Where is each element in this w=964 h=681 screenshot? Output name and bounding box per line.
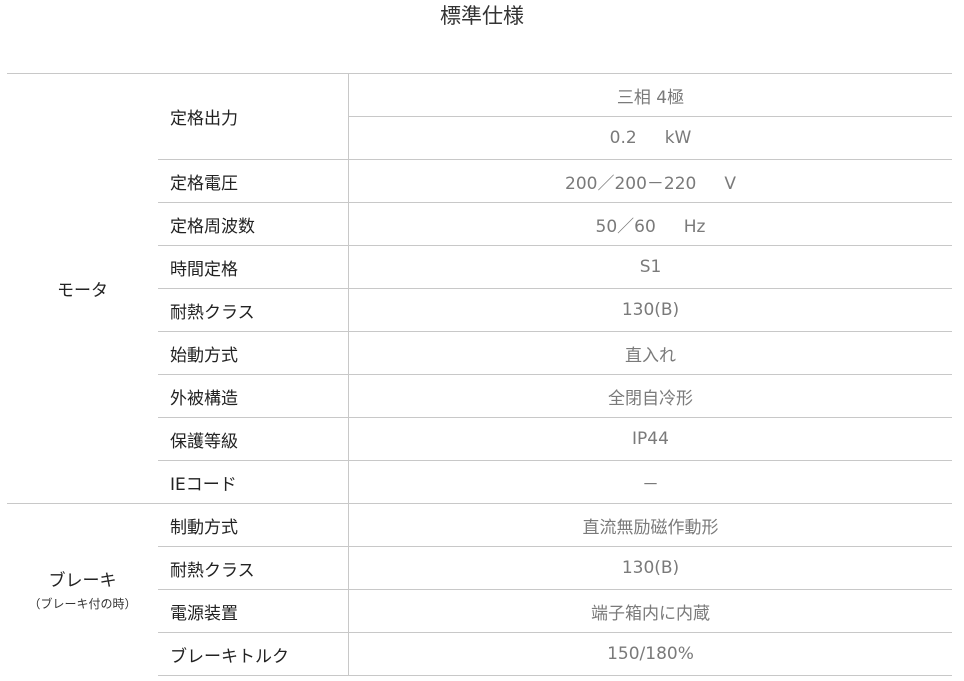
row-label: 電源装置 (158, 589, 349, 633)
group-label-brake: ブレーキ （ブレーキ付の時） (7, 503, 158, 676)
row-value: 端子箱内に内蔵 (348, 589, 952, 633)
group-subtitle: （ブレーキ付の時） (28, 597, 137, 612)
row-label: 始動方式 (158, 331, 349, 375)
table-row: モータ 定格出力 三相 4極 (7, 73, 952, 504)
row-value: 150/180% (348, 632, 952, 676)
group-title: ブレーキ (48, 571, 117, 592)
row-label: 保護等級 (158, 417, 349, 461)
group-label-motor: モータ (7, 73, 158, 504)
value-unit: kW (664, 128, 692, 148)
value-number: 0.2 (609, 128, 637, 148)
row-label: 定格電圧 (158, 159, 349, 203)
row-value: 直入れ (348, 331, 952, 375)
row-value: S1 (348, 245, 952, 289)
row-label: 定格周波数 (158, 202, 349, 246)
spec-table: モータ 定格出力 三相 4極 0.2 kW 定格電圧 200／200－220 V 定… (7, 73, 952, 676)
value-number: 50／60 (595, 216, 656, 237)
row-value: 全閉自冷形 (348, 374, 952, 418)
row-label: 制動方式 (158, 503, 349, 547)
row-label: 外被構造 (158, 374, 349, 418)
table-row: ブレーキ （ブレーキ付の時） 制動方式 直流無励磁作動形 (7, 503, 952, 676)
row-label: 定格出力 (158, 73, 349, 160)
row-label: ブレーキトルク (158, 632, 349, 676)
row-label: IEコード (158, 460, 349, 504)
row-value: 50／60 Hz (348, 202, 952, 246)
row-value: 直流無励磁作動形 (348, 503, 952, 547)
value-unit: Hz (683, 216, 706, 237)
row-value: 0.2 kW (348, 116, 952, 160)
value-number: 200／200－220 (565, 173, 697, 194)
value-unit: V (724, 173, 736, 194)
row-label: 耐熱クラス (158, 546, 349, 590)
row-label: 耐熱クラス (158, 288, 349, 332)
row-value: IP44 (348, 417, 952, 461)
group-title: モータ (57, 281, 108, 301)
row-value: 130(B) (348, 288, 952, 332)
row-value: － (348, 460, 952, 504)
row-value: 200／200－220 V (348, 159, 952, 203)
page-title: 標準仕様 (440, 4, 524, 28)
row-value: 130(B) (348, 546, 952, 590)
row-value: 三相 4極 (348, 73, 952, 117)
row-label: 時間定格 (158, 245, 349, 289)
